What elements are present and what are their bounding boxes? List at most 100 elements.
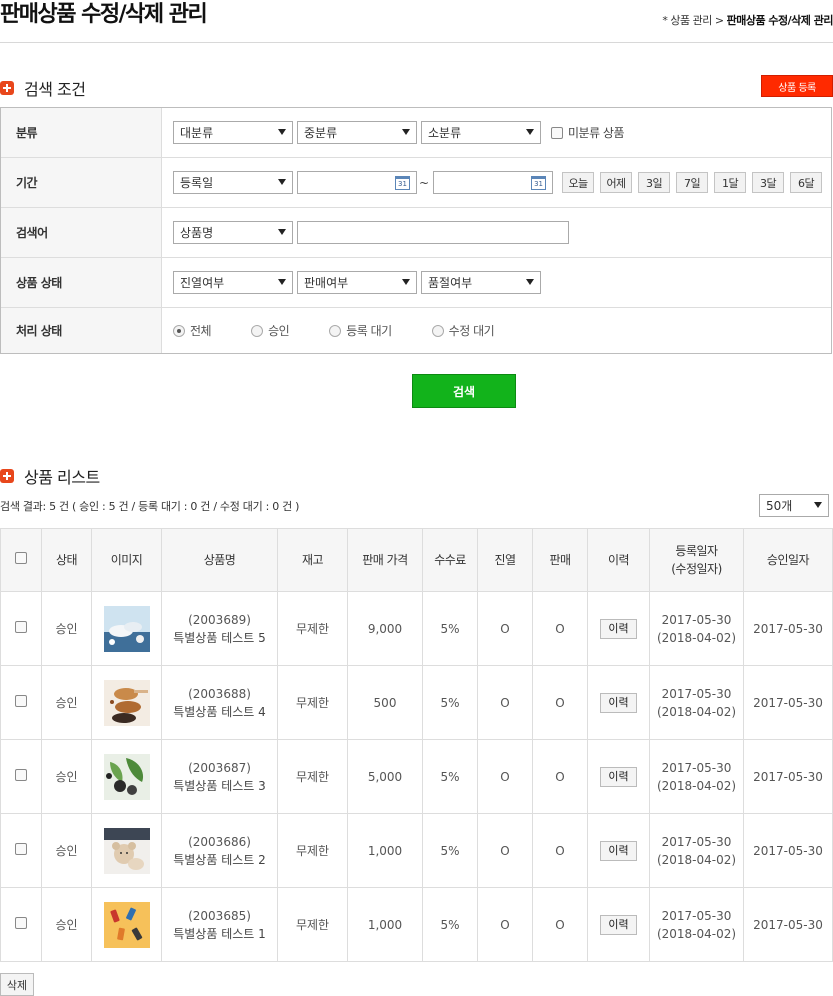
row-stock: 무제한 [277,591,348,666]
header-fee: 수수료 [422,528,478,592]
row-select-cell[interactable] [0,591,42,666]
row-sale: O [532,813,588,888]
register-product-button[interactable]: 상품 등록 [761,75,833,97]
uncategorized-option[interactable]: 미분류 상품 [551,124,625,141]
row-price: 1,000 [347,887,423,962]
row-sale: O [532,739,588,814]
delete-button[interactable]: 삭제 [0,973,34,996]
quick-1month-button[interactable]: 1달 [714,172,747,193]
header-select-all[interactable] [0,528,42,592]
history-button[interactable]: 이력 [600,618,637,639]
row-checkbox[interactable] [15,768,27,781]
quick-7days-button[interactable]: 7일 [676,172,709,193]
category-large-select[interactable]: 대분류 [173,121,293,144]
row-stock: 무제한 [277,887,348,962]
radio-pending-registration[interactable]: 등록 대기 [329,322,392,339]
list-section-header: 상품 리스트 [0,464,100,488]
product-name[interactable]: 특별상품 테스트 5 [162,629,277,647]
row-checkbox[interactable] [15,916,27,929]
table-row: 승인 (2003687) 특별상품 테스트 3 무제한 5,000 5% O O … [0,739,833,814]
row-name-cell[interactable]: (2003687) 특별상품 테스트 3 [161,739,278,814]
nail-polish-thumbnail[interactable] [103,901,150,948]
calendar-icon[interactable]: 31 [395,176,410,190]
table-header-row: 상태 이미지 상품명 재고 판매 가격 수수료 진열 판매 이력 등록일자 (수정… [0,528,833,592]
product-name[interactable]: 특별상품 테스트 2 [162,851,277,869]
row-status: 승인 [41,591,92,666]
header-image: 이미지 [91,528,162,592]
row-select-cell[interactable] [0,887,42,962]
radio-approved-button[interactable] [251,324,264,337]
header-price: 판매 가격 [347,528,423,592]
quick-3days-button[interactable]: 3일 [638,172,671,193]
product-name[interactable]: 특별상품 테스트 4 [162,703,277,721]
row-approve-date: 2017-05-30 [743,739,833,814]
title-divider [0,42,833,43]
breadcrumb-prefix[interactable]: * 상품 관리 > [662,14,724,27]
row-status: 승인 [41,887,92,962]
soldout-status-value: 품절여부 [428,276,473,290]
sale-status-value: 판매여부 [304,276,349,290]
quick-yesterday-button[interactable]: 어제 [600,172,633,193]
header-stock: 재고 [277,528,348,592]
row-name-cell[interactable]: (2003689) 특별상품 테스트 5 [161,591,278,666]
history-button[interactable]: 이력 [600,840,637,861]
category-small-select[interactable]: 소분류 [421,121,541,144]
select-all-checkbox[interactable] [15,552,27,564]
product-name[interactable]: 특별상품 테스트 3 [162,777,277,795]
stones-leaf-thumbnail[interactable] [103,753,150,800]
row-select-cell[interactable] [0,665,42,740]
row-name-cell[interactable]: (2003686) 특별상품 테스트 2 [161,813,278,888]
radio-approved[interactable]: 승인 [251,322,290,339]
row-fee: 5% [422,887,478,962]
quick-6months-button[interactable]: 6달 [790,172,823,193]
display-status-select[interactable]: 진열여부 [173,271,293,294]
chevron-down-icon [402,279,410,285]
list-section-title: 상품 리스트 [24,468,100,487]
product-name[interactable]: 특별상품 테스트 1 [162,925,277,943]
keyword-input[interactable] [297,221,569,244]
category-medium-select[interactable]: 중분류 [297,121,417,144]
search-section-header: 검색 조건 [0,76,86,100]
start-date-input[interactable]: 31 [297,171,417,194]
radio-all[interactable]: 전체 [173,322,212,339]
row-name-cell[interactable]: (2003688) 특별상품 테스트 4 [161,665,278,740]
search-button[interactable]: 검색 [412,374,516,408]
uncategorized-checkbox[interactable] [551,126,563,139]
radio-pending-modification-button[interactable] [431,324,444,337]
soldout-status-select[interactable]: 품절여부 [421,271,541,294]
row-checkbox[interactable] [15,620,27,633]
row-name-cell[interactable]: (2003685) 특별상품 테스트 1 [161,887,278,962]
row-checkbox[interactable] [15,842,27,855]
row-sale: O [532,665,588,740]
radio-pending-modification[interactable]: 수정 대기 [431,322,495,339]
row-price: 1,000 [347,813,423,888]
history-button[interactable]: 이력 [600,766,637,787]
table-row: 승인 (2003686) 특별상품 테스트 2 무제한 1,000 5% O O … [0,813,833,888]
chevron-down-icon [278,229,286,235]
end-date-input[interactable]: 31 [433,171,554,194]
teddy-bear-thumbnail[interactable] [103,827,150,874]
row-price: 500 [347,665,423,740]
row-select-cell[interactable] [0,813,42,888]
section-plus-icon [0,81,14,95]
radio-all-button[interactable] [173,324,185,337]
quick-today-button[interactable]: 오늘 [562,172,595,193]
towel-spa-thumbnail[interactable] [103,605,150,652]
row-fee: 5% [422,591,478,666]
product-code: (2003686) [188,834,251,849]
spice-spoon-thumbnail[interactable] [103,679,150,726]
sale-status-select[interactable]: 판매여부 [297,271,417,294]
history-button[interactable]: 이력 [600,914,637,935]
radio-pending-registration-button[interactable] [329,324,342,337]
result-summary: 검색 결과: 5 건 ( 승인 : 5 건 / 등록 대기 : 0 건 / 수정… [0,500,300,513]
period-type-select[interactable]: 등록일 [173,171,293,194]
row-select-cell[interactable] [0,739,42,814]
keyword-type-select[interactable]: 상품명 [173,221,293,244]
page-size-select[interactable]: 50개 [759,494,829,517]
row-checkbox[interactable] [15,694,27,707]
row-fee: 5% [422,665,478,740]
section-plus-icon [0,469,14,483]
quick-3months-button[interactable]: 3달 [752,172,785,193]
history-button[interactable]: 이력 [600,692,637,713]
calendar-icon[interactable]: 31 [531,176,547,190]
